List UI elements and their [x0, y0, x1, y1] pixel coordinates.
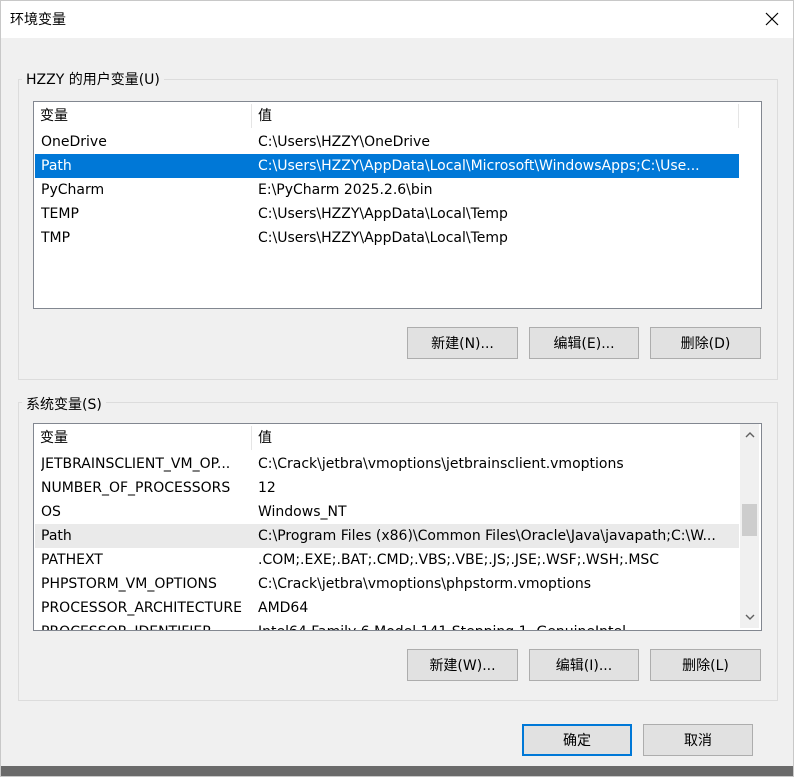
close-icon: [765, 12, 779, 26]
table-row[interactable]: PyCharm E:\PyCharm 2025.2.6\bin: [35, 178, 739, 202]
scroll-down-button[interactable]: [741, 609, 758, 626]
table-row[interactable]: NUMBER_OF_PROCESSORS 12: [35, 476, 739, 500]
table-row[interactable]: PATHEXT .COM;.EXE;.BAT;.CMD;.VBS;.VBE;.J…: [35, 548, 739, 572]
system-new-button[interactable]: 新建(W)...: [407, 649, 518, 681]
variable-value: E:\PyCharm 2025.2.6\bin: [258, 182, 433, 198]
column-header-value[interactable]: 值: [252, 424, 738, 452]
variable-name: OneDrive: [41, 134, 107, 150]
variable-value: C:\Users\HZZY\AppData\Local\Temp: [258, 206, 508, 222]
variable-name: PHPSTORM_VM_OPTIONS: [41, 576, 217, 592]
table-row[interactable]: OneDrive C:\Users\HZZY\OneDrive: [35, 130, 739, 154]
table-row[interactable]: TEMP C:\Users\HZZY\AppData\Local\Temp: [35, 202, 739, 226]
scroll-up-button[interactable]: [741, 426, 758, 443]
variable-value: C:\Crack\jetbra\vmoptions\jetbrainsclien…: [258, 456, 624, 472]
user-variables-label: HZZY 的用户变量(U): [22, 69, 164, 89]
variable-value: Intel64 Family 6 Model 141 Stepping 1, G…: [258, 620, 736, 630]
table-row[interactable]: PROCESSOR_IDENTIFIER Intel64 Family 6 Mo…: [35, 620, 739, 630]
system-variables-list[interactable]: 变量 值 JETBRAINSCLIENT_VM_OP... C:\Crack\j…: [33, 423, 762, 631]
variable-value: C:\Program Files (x86)\Common Files\Orac…: [258, 528, 716, 544]
variable-name: PROCESSOR_ARCHITECTURE: [41, 600, 242, 616]
table-row[interactable]: PROCESSOR_ARCHITECTURE AMD64: [35, 596, 739, 620]
ok-button[interactable]: 确定: [522, 724, 632, 756]
variable-value: Windows_NT: [258, 504, 347, 520]
table-row[interactable]: OS Windows_NT: [35, 500, 739, 524]
vertical-scrollbar[interactable]: [740, 424, 759, 628]
variable-name: Path: [41, 528, 72, 544]
system-edit-button[interactable]: 编辑(I)...: [529, 649, 639, 681]
close-button[interactable]: [756, 4, 788, 34]
variable-name: TEMP: [41, 206, 79, 222]
column-header-variable[interactable]: 变量: [34, 424, 251, 452]
variable-value: .COM;.EXE;.BAT;.CMD;.VBS;.VBE;.JS;.JSE;.…: [258, 552, 660, 568]
variable-name: Path: [41, 158, 72, 174]
cancel-button[interactable]: 取消: [643, 724, 753, 756]
taskbar-strip: [0, 766, 794, 777]
user-variables-list[interactable]: 变量 值 OneDrive C:\Users\HZZY\OneDrive Pat…: [33, 101, 762, 309]
user-list-header: 变量 值: [34, 102, 761, 130]
chevron-down-icon: [745, 614, 754, 620]
variable-value: C:\Users\HZZY\AppData\Local\Temp: [258, 230, 508, 246]
variable-name: PROCESSOR_IDENTIFIER: [41, 620, 251, 630]
user-delete-button[interactable]: 删除(D): [650, 327, 761, 359]
variable-name: NUMBER_OF_PROCESSORS: [41, 480, 231, 496]
column-header-value[interactable]: 值: [252, 102, 738, 130]
variable-value: 12: [258, 480, 276, 496]
variable-name: OS: [41, 504, 61, 520]
table-row[interactable]: TMP C:\Users\HZZY\AppData\Local\Temp: [35, 226, 739, 250]
title-bar: 环境变量: [0, 0, 794, 38]
column-separator[interactable]: [738, 104, 739, 128]
variable-name: TMP: [41, 230, 71, 246]
user-new-button[interactable]: 新建(N)...: [407, 327, 518, 359]
variable-value: C:\Crack\jetbra\vmoptions\phpstorm.vmopt…: [258, 576, 592, 592]
scrollbar-thumb[interactable]: [742, 504, 757, 536]
variable-name: PyCharm: [41, 182, 105, 198]
table-row-selected[interactable]: Path C:\Users\HZZY\AppData\Local\Microso…: [35, 154, 739, 178]
system-delete-button[interactable]: 删除(L): [650, 649, 761, 681]
chevron-up-icon: [745, 432, 754, 438]
variable-name: PATHEXT: [41, 552, 103, 568]
table-row[interactable]: PHPSTORM_VM_OPTIONS C:\Crack\jetbra\vmop…: [35, 572, 739, 596]
system-list-header: 变量 值: [34, 424, 761, 452]
window-title: 环境变量: [10, 12, 66, 28]
user-edit-button[interactable]: 编辑(E)...: [529, 327, 639, 359]
variable-value: C:\Users\HZZY\AppData\Local\Microsoft\Wi…: [258, 158, 700, 174]
column-header-variable[interactable]: 变量: [34, 102, 251, 130]
table-row-hovered[interactable]: Path C:\Program Files (x86)\Common Files…: [35, 524, 739, 548]
variable-name: JETBRAINSCLIENT_VM_OP...: [41, 456, 231, 472]
variable-value: AMD64: [258, 600, 309, 616]
table-row[interactable]: JETBRAINSCLIENT_VM_OP... C:\Crack\jetbra…: [35, 452, 739, 476]
variable-value: C:\Users\HZZY\OneDrive: [258, 134, 430, 150]
system-variables-label: 系统变量(S): [22, 394, 106, 414]
